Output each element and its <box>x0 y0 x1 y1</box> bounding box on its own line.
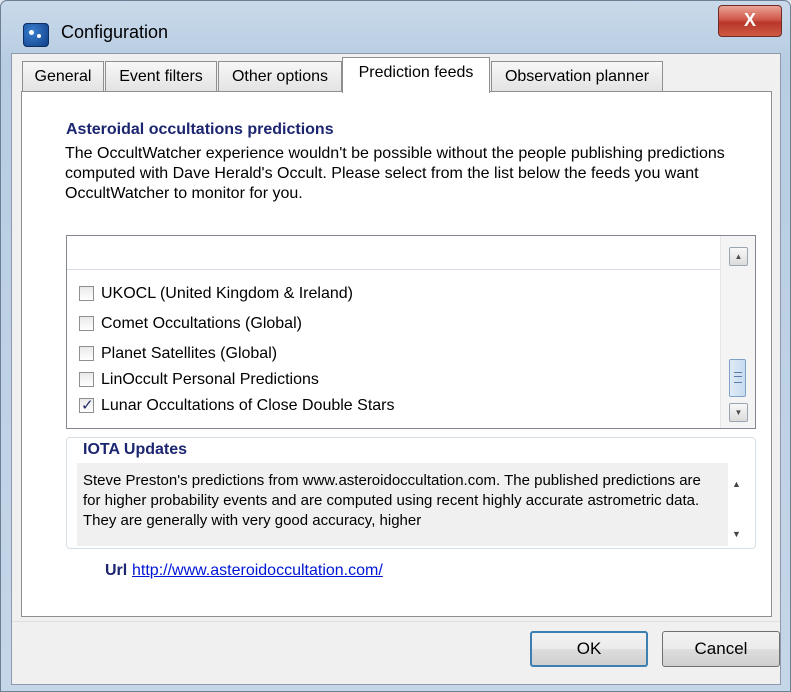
checkbox[interactable] <box>79 286 94 301</box>
feed-details-title: IOTA Updates <box>81 441 192 459</box>
scroll-up-icon[interactable]: ▲ <box>729 247 748 266</box>
feed-label: LinOccult Personal Predictions <box>101 371 319 388</box>
tab-observation-planner[interactable]: Observation planner <box>491 61 663 91</box>
url-label: Url <box>105 562 128 579</box>
list-scrollbar[interactable]: ▲ ▼ <box>720 236 755 428</box>
close-button[interactable]: X <box>718 5 782 37</box>
feed-label: Comet Occultations (Global) <box>101 315 302 332</box>
checkbox[interactable] <box>79 372 94 387</box>
tab-event-filters[interactable]: Event filters <box>105 61 217 91</box>
scroll-down-icon[interactable]: ▼ <box>732 529 741 539</box>
feed-label: Lunar Occultations of Close Double Stars <box>101 397 395 414</box>
tab-prediction-feeds[interactable]: Prediction feeds <box>342 57 490 93</box>
footer-separator <box>12 621 780 622</box>
feed-label: Planet Satellites (Global) <box>101 345 278 362</box>
list-header-row <box>67 236 721 270</box>
section-description: The OccultWatcher experience wouldn't be… <box>65 145 725 202</box>
feed-details-text: Steve Preston's predictions from www.ast… <box>77 463 728 546</box>
checkbox[interactable] <box>79 346 94 361</box>
checkbox[interactable] <box>79 316 94 331</box>
feed-description: Steve Preston's predictions from www.ast… <box>83 472 701 529</box>
scroll-thumb[interactable] <box>729 359 746 397</box>
ok-button[interactable]: OK <box>530 631 648 667</box>
configuration-window: Configuration X General Event filters Ot… <box>0 0 791 692</box>
feeds-list[interactable]: UKOCL (United Kingdom & Ireland) Comet O… <box>66 235 756 429</box>
feed-label: UKOCL (United Kingdom & Ireland) <box>101 285 353 302</box>
checkbox-checked[interactable] <box>79 394 94 418</box>
app-icon <box>23 23 49 47</box>
section-heading: Asteroidal occultations predictions <box>66 121 334 138</box>
window-title: Configuration <box>61 22 169 42</box>
scroll-up-icon[interactable]: ▲ <box>732 479 741 489</box>
tab-other-options[interactable]: Other options <box>218 61 342 91</box>
scroll-down-icon[interactable]: ▼ <box>729 403 748 422</box>
tab-general[interactable]: General <box>22 61 104 91</box>
cancel-button[interactable]: Cancel <box>662 631 780 667</box>
feed-url-link[interactable]: http://www.asteroidoccultation.com/ <box>132 562 383 580</box>
title-bar[interactable]: Configuration X <box>1 1 790 47</box>
